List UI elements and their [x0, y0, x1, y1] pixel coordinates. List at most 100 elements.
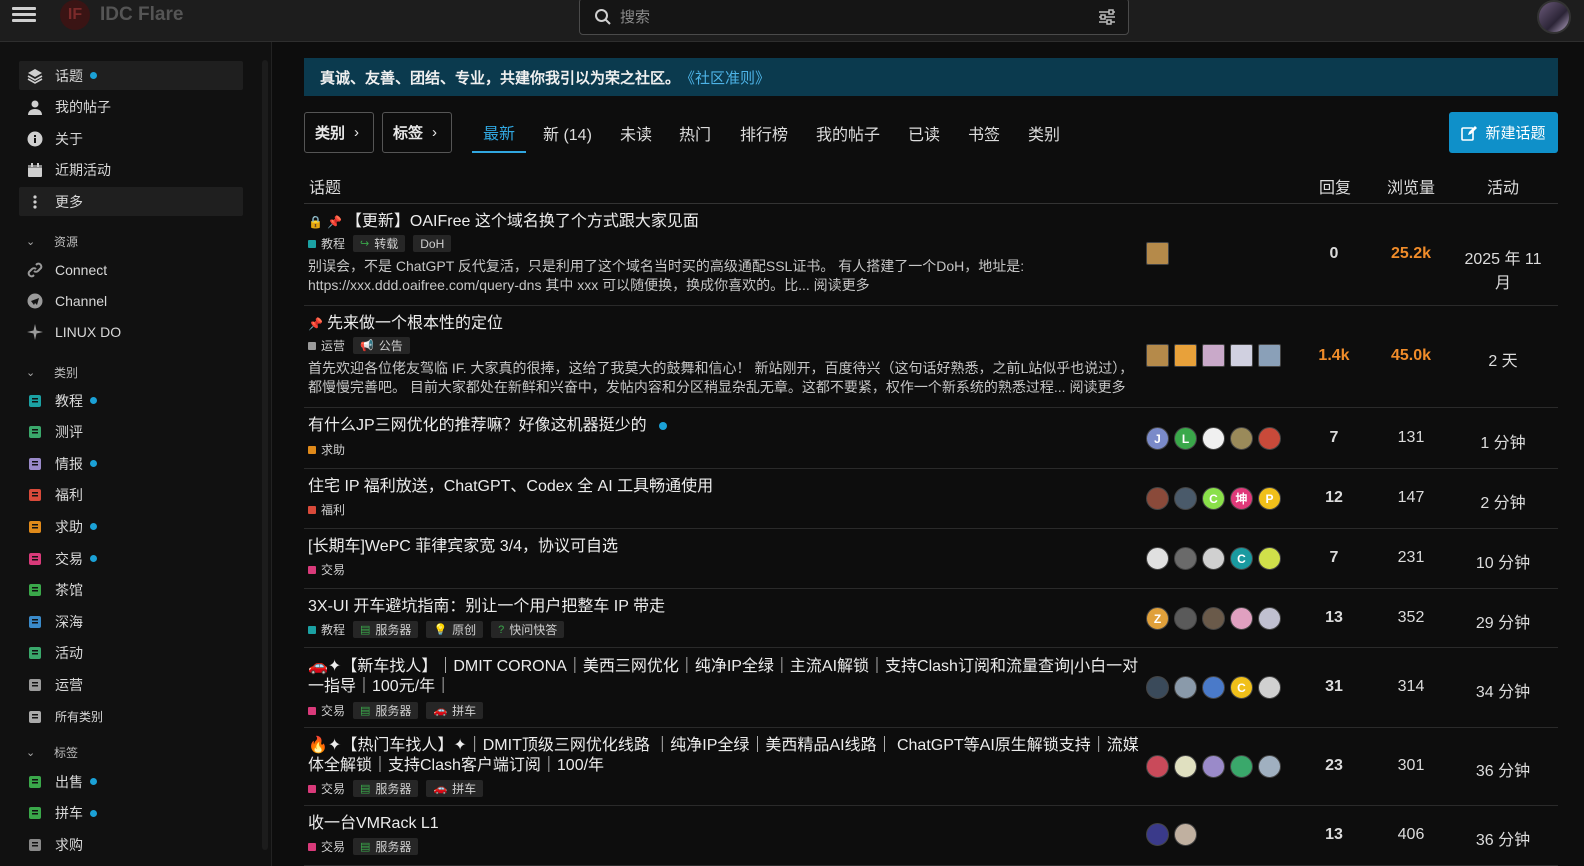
poster-avatar[interactable]: Z: [1146, 607, 1169, 630]
tab-my-posts[interactable]: 我的帖子: [805, 112, 891, 153]
topic-category[interactable]: 福利: [308, 501, 345, 518]
poster-avatar[interactable]: C: [1202, 487, 1225, 510]
tag-dropdown[interactable]: 标签 ›: [382, 112, 452, 153]
topic-tag[interactable]: DoH: [413, 235, 452, 252]
category-dropdown[interactable]: 类别 ›: [304, 112, 374, 153]
topic-row[interactable]: 🔥✦【热门车找人】✦｜DMIT顶级三网优化线路 ｜纯净IP全绿｜美西精品AI线路…: [304, 728, 1558, 806]
sidebar-category-item[interactable]: 茶馆: [19, 576, 243, 605]
sidebar-item-about[interactable]: 关于: [19, 124, 243, 153]
new-topic-button[interactable]: 新建话题: [1449, 112, 1558, 153]
topic-tag[interactable]: ? 快问快答: [491, 621, 565, 638]
sidebar-category-item[interactable]: 福利: [19, 481, 243, 510]
topic-title[interactable]: 📌 先来做一个根本性的定位: [308, 314, 1146, 334]
topic-row[interactable]: 有什么JP三网优化的推荐嘛？好像这机器挺少的 求助 J L 7 131 1 分钟: [304, 408, 1558, 469]
topic-row[interactable]: 🚗✦【新车找人】｜DMIT CORONA｜美西三网优化｜纯净IP全绿｜主流AI解…: [304, 648, 1558, 728]
topic-tag[interactable]: ▤ 服务器: [353, 621, 419, 638]
poster-avatar[interactable]: [1202, 676, 1225, 699]
topic-title[interactable]: 有什么JP三网优化的推荐嘛？好像这机器挺少的: [308, 416, 1146, 436]
poster-avatar[interactable]: [1174, 487, 1197, 510]
sidebar-category-item[interactable]: 深海: [19, 607, 243, 636]
poster-avatar[interactable]: C: [1230, 676, 1253, 699]
topic-activity[interactable]: 2 天: [1463, 347, 1543, 371]
poster-avatar[interactable]: [1230, 344, 1253, 367]
topic-category[interactable]: 教程: [308, 621, 345, 638]
topic-activity[interactable]: 2 分钟: [1463, 489, 1543, 513]
topic-title[interactable]: 🚗✦【新车找人】｜DMIT CORONA｜美西三网优化｜纯净IP全绿｜主流AI解…: [308, 657, 1146, 697]
sidebar-item-my-posts[interactable]: 我的帖子: [19, 92, 243, 121]
sidebar-category-item[interactable]: 活动: [19, 639, 243, 668]
sidebar-item-channel[interactable]: Channel: [19, 286, 243, 315]
topic-title[interactable]: 🔒 📌 【更新】OAIFree 这个域名换了个方式跟大家见面: [308, 212, 1146, 232]
tab-latest[interactable]: 最新: [472, 112, 527, 153]
col-activity[interactable]: 活动: [1487, 174, 1519, 198]
poster-avatar[interactable]: [1174, 607, 1197, 630]
poster-avatar[interactable]: [1174, 547, 1197, 570]
tab-read[interactable]: 已读: [897, 112, 951, 153]
topic-tag[interactable]: 🚗 拼车: [426, 780, 484, 797]
sidebar-item-more[interactable]: 更多: [19, 187, 243, 216]
topic-tag[interactable]: 💡 原创: [426, 621, 484, 638]
tab-hot[interactable]: 热门: [668, 112, 722, 153]
sidebar-category-item[interactable]: 求助: [19, 512, 243, 541]
topic-category[interactable]: 教程: [308, 235, 345, 252]
poster-avatar[interactable]: [1146, 547, 1169, 570]
topic-row[interactable]: 📌 先来做一个根本性的定位 运营 📢 公告 首先欢迎各位佬友驾临 IF. 大家真的很捧，这…: [304, 306, 1558, 408]
poster-avatar[interactable]: J: [1146, 427, 1169, 450]
tab-bookmarks[interactable]: 书签: [957, 112, 1011, 153]
poster-avatar[interactable]: C: [1230, 547, 1253, 570]
sidebar-category-item[interactable]: 交易: [19, 544, 243, 573]
sidebar-category-item[interactable]: 测评: [19, 418, 243, 447]
sidebar-category-item[interactable]: 教程: [19, 386, 243, 415]
poster-avatar[interactable]: [1230, 755, 1253, 778]
sidebar-tag-item[interactable]: 求购: [19, 830, 243, 859]
topic-row[interactable]: 收一台VMRack L1 交易 ▤ 服务器 13 406 36 分钟: [304, 806, 1558, 866]
topic-title[interactable]: 收一台VMRack L1: [308, 814, 1146, 834]
topic-activity[interactable]: 2025 年 11月: [1463, 245, 1543, 293]
poster-avatar[interactable]: [1146, 676, 1169, 699]
section-header-categories[interactable]: ⌄ 类别: [26, 364, 78, 381]
topic-tag[interactable]: ↪ 转载: [353, 235, 406, 252]
topic-title[interactable]: [长期车]WePC 菲律宾家宽 3/4，协议可自选: [308, 537, 1146, 557]
topic-activity[interactable]: 10 分钟: [1463, 549, 1543, 573]
topic-category[interactable]: 交易: [308, 838, 345, 855]
topic-category[interactable]: 交易: [308, 561, 345, 578]
topic-category[interactable]: 交易: [308, 780, 345, 797]
sidebar-item-topics[interactable]: 话题: [19, 61, 243, 90]
tab-leaderboard[interactable]: 排行榜: [729, 112, 799, 153]
site-logo[interactable]: IF IDC Flare: [60, 0, 183, 30]
topic-activity[interactable]: 1 分钟: [1463, 429, 1543, 453]
poster-avatar[interactable]: [1258, 607, 1281, 630]
topic-activity[interactable]: 34 分钟: [1463, 678, 1543, 702]
topic-activity[interactable]: 36 分钟: [1463, 757, 1543, 781]
sidebar-category-item[interactable]: 运营: [19, 670, 243, 699]
topic-row[interactable]: 住宅 IP 福利放送，ChatGPT、Codex 全 AI 工具畅通使用 福利 C 坤…: [304, 469, 1558, 529]
topic-tag[interactable]: ▤ 服务器: [353, 780, 419, 797]
poster-avatar[interactable]: [1174, 755, 1197, 778]
poster-avatar[interactable]: [1258, 344, 1281, 367]
sidebar-tag-item[interactable]: 出售: [19, 767, 243, 796]
sidebar-item-linux-do[interactable]: LINUX DO: [19, 317, 243, 346]
poster-avatar[interactable]: L: [1174, 427, 1197, 450]
user-avatar[interactable]: [1537, 0, 1571, 34]
col-topic[interactable]: 话题: [309, 174, 341, 198]
topic-row[interactable]: 🔒 📌 【更新】OAIFree 这个域名换了个方式跟大家见面 教程 ↪ 转载 DoH 别误会，…: [304, 204, 1558, 306]
poster-avatar[interactable]: [1258, 427, 1281, 450]
topic-activity[interactable]: 29 分钟: [1463, 609, 1543, 633]
poster-avatar[interactable]: [1258, 755, 1281, 778]
poster-avatar[interactable]: [1202, 755, 1225, 778]
sidebar-scrollbar[interactable]: [262, 60, 268, 850]
poster-avatar[interactable]: [1146, 487, 1169, 510]
col-replies[interactable]: 回复: [1319, 174, 1351, 198]
sidebar-category-item[interactable]: 所有类别: [19, 702, 243, 731]
poster-avatar[interactable]: [1174, 823, 1197, 846]
search-filter-icon[interactable]: [1098, 8, 1116, 25]
topic-tag[interactable]: ▤ 服务器: [353, 702, 419, 719]
hamburger-menu-icon[interactable]: [12, 4, 36, 28]
topic-category[interactable]: 求助: [308, 441, 345, 458]
poster-avatar[interactable]: [1258, 676, 1281, 699]
poster-avatar[interactable]: [1202, 344, 1225, 367]
sidebar-category-item[interactable]: 情报: [19, 449, 243, 478]
topic-category[interactable]: 运营: [308, 337, 345, 354]
tab-categories[interactable]: 类别: [1017, 112, 1071, 153]
sidebar-item-recent-activity[interactable]: 近期活动: [19, 155, 243, 184]
